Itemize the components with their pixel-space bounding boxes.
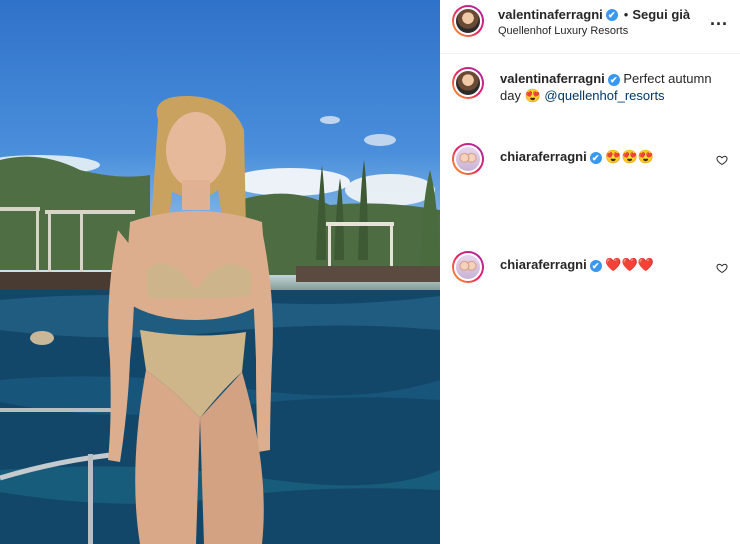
comment-username[interactable]: chiaraferragni — [500, 257, 587, 272]
caption-emoji: 😍 — [524, 88, 541, 103]
comment-username[interactable]: chiaraferragni — [500, 149, 587, 164]
author-avatar[interactable] — [452, 5, 484, 37]
caption-text-line2: day — [500, 88, 521, 103]
caption-username[interactable]: valentinaferragni — [500, 71, 605, 86]
like-comment-heart-icon[interactable] — [716, 154, 728, 166]
like-comment-heart-icon[interactable] — [716, 262, 728, 274]
post-photo-illustration — [0, 95, 440, 544]
comment-text: ❤️❤️❤️ — [605, 257, 654, 272]
verified-badge-icon: ✔ — [589, 151, 602, 164]
post-caption: valentinaferragni ✔ Perfect autumn day 😍 … — [440, 66, 740, 106]
commenter-avatar[interactable] — [452, 143, 484, 175]
comment-item: chiaraferragni ✔ ❤️❤️❤️ — [440, 250, 740, 286]
caption-text-line1: Perfect autumn — [623, 71, 712, 86]
caption-mention-link[interactable]: @quellenhof_resorts — [544, 88, 664, 103]
verified-badge-icon: ✔ — [607, 73, 620, 86]
author-username[interactable]: valentinaferragni — [498, 7, 603, 22]
caption-author-avatar[interactable] — [452, 67, 484, 99]
verified-badge-icon: ✔ — [605, 8, 618, 21]
comment-text: 😍😍😍 — [605, 149, 654, 164]
following-button[interactable]: Segui già — [632, 7, 690, 22]
comment-item: chiaraferragni ✔ 😍😍😍 — [440, 142, 740, 178]
commenter-avatar[interactable] — [452, 251, 484, 283]
post-photo[interactable] — [0, 0, 440, 544]
post-header: valentinaferragni ✔ • Segui già Quellenhof … — [440, 0, 740, 54]
location-link[interactable]: Quellenhof Luxury Resorts — [498, 25, 628, 37]
header-separator: • — [623, 7, 629, 22]
verified-badge-icon: ✔ — [589, 259, 602, 272]
more-options-icon[interactable]: ... — [710, 9, 728, 30]
post-side-panel: valentinaferragni ✔ • Segui già Quellenhof … — [440, 0, 740, 544]
